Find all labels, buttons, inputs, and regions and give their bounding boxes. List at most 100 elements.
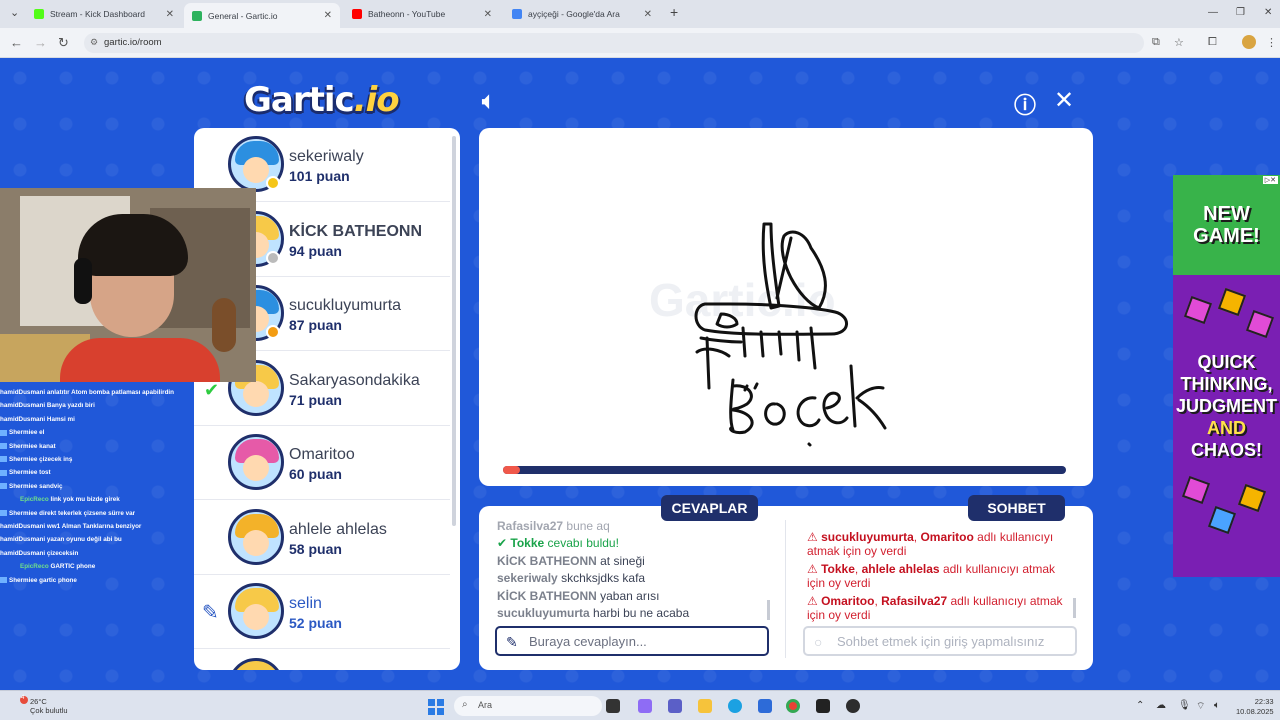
minimize-icon[interactable]: — [1208, 7, 1218, 18]
wifi-icon[interactable]: ⌔ [1196, 700, 1205, 713]
teams-icon[interactable] [668, 699, 682, 713]
info-icon[interactable]: ⓘ [1014, 88, 1036, 120]
edge-icon[interactable] [728, 699, 742, 713]
pencil-icon: ✎ [506, 634, 518, 650]
close-window-icon[interactable]: ✕ [1264, 7, 1272, 18]
answer-text: harbi bu ne acaba [593, 606, 690, 621]
badge-icon [0, 429, 7, 436]
browser-tab[interactable]: ayçiçeği - Google'da Ara ✕ [504, 3, 660, 25]
ad-card-icon [1237, 483, 1267, 513]
answer-placeholder: Buraya cevaplayın... [529, 634, 647, 649]
install-app-icon[interactable]: ⧉ [1152, 36, 1160, 49]
stream-chat-user: Shermiee [9, 442, 38, 450]
stream-chat-text: ww1 Alman Tanklarına benziyor [46, 523, 142, 531]
chat-scrollbar[interactable] [1073, 598, 1076, 618]
stream-chat-text: yazan oyunu değil abi bu [46, 536, 122, 544]
browser-tab[interactable]: Stream - Kick Dashboard ✕ [26, 3, 182, 25]
stream-chat-text: direkt tekerlek çizsene sürre var [39, 509, 136, 517]
stream-chat-row: Shermiee tost [0, 466, 200, 479]
stream-chat-row: EpicReco link yok mu bizde girek [0, 493, 200, 506]
webcam-overlay [0, 188, 256, 382]
player-avatar [228, 508, 284, 565]
tab-close-icon[interactable]: ✕ [484, 9, 492, 20]
ad-banner[interactable]: ▷✕ NEW GAME! QUICK THINKING, JUDGMENT AN… [1173, 175, 1280, 577]
ad-choices-icon[interactable]: ▷✕ [1262, 176, 1278, 184]
tab-title: General - Gartic.io [208, 10, 278, 21]
drawing-canvas[interactable]: Gartic.io [479, 128, 1093, 486]
clock[interactable]: 22:33 10.08.2025 [1236, 697, 1274, 717]
guessed-check-icon: ✔ [204, 380, 220, 400]
menu-kebab-icon[interactable]: ⋮ [1266, 36, 1277, 49]
tab-close-icon[interactable]: ✕ [324, 10, 332, 21]
answer-message: KİCK BATHEONN yaban arısı [497, 588, 689, 605]
site-info-icon[interactable]: ⚙ [90, 37, 98, 48]
players-scrollbar[interactable] [452, 136, 456, 526]
chat-title: SOHBET [968, 495, 1065, 521]
back-icon[interactable]: ← [10, 35, 23, 50]
onedrive-icon[interactable]: ☁ [1156, 700, 1166, 711]
avatar-face [243, 529, 269, 556]
answer-text: yaban arısı [600, 588, 660, 603]
player-score: 87 puan [289, 317, 342, 333]
tab-close-icon[interactable]: ✕ [166, 9, 174, 20]
file-explorer-icon[interactable] [698, 699, 712, 713]
maximize-icon[interactable]: ❐ [1236, 7, 1245, 18]
url-field[interactable]: ⚙ gartic.io/room [84, 33, 1144, 53]
chat-list: ⚠ sucukluyumurta, Omaritoo adlı kullanıc… [807, 530, 1063, 626]
answer-input[interactable]: ✎ Buraya cevaplayın... [495, 626, 769, 656]
browser-tab[interactable]: General - Gartic.io ✕ [184, 3, 340, 28]
stream-chat-user: Shermiee [9, 456, 38, 464]
answers-chat-panel: Rafasilva27 bune aq ✔ Tokke cevabı buldu!… [479, 506, 1093, 670]
stream-chat-overlay: hamidDusmani anlatıtır Atom bomba patlam… [0, 386, 200, 587]
correct-check-icon: ✔ [497, 536, 511, 551]
tab-list-icon[interactable]: ⌄ [10, 6, 19, 19]
new-tab-button[interactable]: + [670, 4, 678, 20]
browser-tab[interactable]: Batheonn - YouTube ✕ [344, 3, 500, 25]
stream-chat-row: Shermiee kanat [0, 440, 200, 453]
avatar-face [243, 157, 269, 183]
close-icon[interactable]: ✕ [1054, 86, 1074, 115]
stream-chat-text: anlatıtır Atom bomba patlaması apabilird… [46, 389, 175, 396]
chat-user: sucukluyumurta [821, 530, 914, 544]
weather-badge: 4 [21, 695, 25, 701]
answer-text: bune aq [566, 519, 610, 533]
tab-close-icon[interactable]: ✕ [644, 9, 652, 20]
weather-widget[interactable]: 26°C Çok bulutlu [30, 697, 68, 715]
extensions-icon[interactable]: ⧠ [1208, 36, 1217, 49]
player-name: ahlele ahlelas [289, 520, 387, 538]
chat-message: ⚠ sucukluyumurta, Omaritoo adlı kullanıc… [807, 530, 1054, 558]
stream-chat-user: hamidDusmani [0, 402, 46, 410]
tray-chevron-icon[interactable]: ⌃ [1136, 700, 1144, 711]
bookmark-star-icon[interactable]: ☆ [1174, 36, 1184, 49]
stream-chat-row: hamidDusmani ww1 Alman Tanklarına benziy… [0, 520, 200, 533]
volume-icon[interactable]: 🔈︎ [1214, 700, 1220, 711]
stream-chat-user: hamidDusmani [0, 389, 46, 396]
copilot-icon[interactable] [638, 699, 652, 713]
profile-avatar[interactable] [1242, 35, 1256, 49]
ad-line-2: JUDGMENT [1175, 396, 1277, 416]
capcut-icon[interactable] [816, 699, 830, 713]
player-avatar [228, 434, 284, 490]
forward-icon[interactable]: → [34, 35, 47, 50]
chrome-icon[interactable] [786, 699, 800, 713]
taskbar-search[interactable]: ⌕ Ara [454, 696, 602, 716]
sound-icon[interactable]: 🔈︎ [482, 88, 495, 114]
start-button[interactable] [428, 699, 444, 715]
webcam-shirt [60, 338, 220, 382]
stream-chat-text: Banya yazdı biri [46, 402, 95, 410]
task-view-icon[interactable] [606, 699, 620, 713]
mic-icon[interactable]: 🎙︎ [1178, 700, 1191, 711]
answers-scrollbar[interactable] [767, 600, 770, 620]
chat-input[interactable]: ○ Sohbet etmek için giriş yapmalısınız [803, 626, 1077, 656]
player-row [194, 650, 450, 670]
stream-chat-row: hamidDusmani çizeceksin [0, 547, 200, 560]
answer-user: KİCK BATHEONN [497, 588, 597, 603]
store-icon[interactable] [758, 699, 772, 713]
player-row: ahlele ahlelas 58 puan [194, 501, 450, 575]
warning-icon: ⚠ [807, 530, 822, 544]
obs-icon[interactable] [846, 699, 860, 713]
ad-line-and: AND [1207, 418, 1246, 438]
answer-user: sekeriwaly [497, 571, 558, 586]
reload-icon[interactable]: ↻ [58, 35, 69, 51]
search-icon: ⌕ [462, 699, 468, 710]
